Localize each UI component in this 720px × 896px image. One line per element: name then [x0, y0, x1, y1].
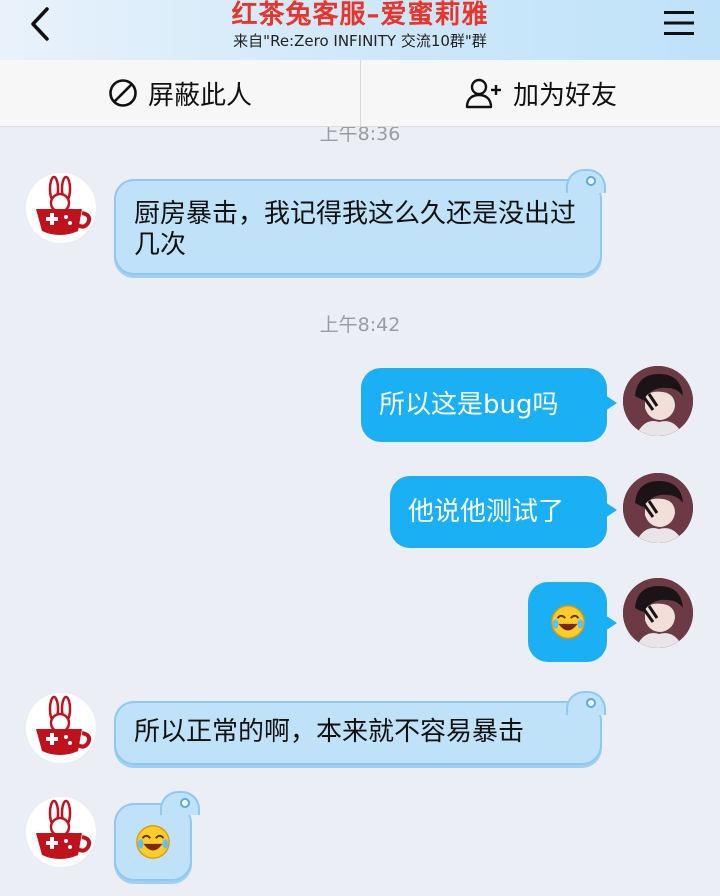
timestamp: 上午8:42 [319, 314, 401, 336]
message-list[interactable]: 上午8:36 厨房暴击，我记得我这么久还是没出过几次 上午8:42 所以这是bu… [0, 127, 720, 896]
user-avatar[interactable] [623, 473, 693, 543]
message-text: 厨房暴击，我记得我这么久还是没出过几次 [134, 199, 577, 260]
incoming-message-bubble[interactable]: 所以正常的啊，本来就不容易暴击 [114, 691, 606, 765]
laughing-tears-emoji-icon [550, 605, 585, 639]
laughing-tears-emoji-icon [136, 825, 170, 859]
block-user-button[interactable]: 屏蔽此人 [0, 60, 360, 126]
stranger-action-bar: 屏蔽此人 加为好友 [0, 60, 720, 127]
bubble-tail [605, 615, 617, 631]
bunny-avatar[interactable] [26, 797, 96, 867]
user-avatar[interactable] [623, 578, 693, 648]
bubble-tail [605, 502, 617, 518]
add-friend-button[interactable]: 加为好友 [361, 60, 720, 126]
user-avatar-image [623, 366, 693, 436]
add-friend-label: 加为好友 [512, 80, 617, 111]
chat-title: 红茶兔客服–爱蜜莉雅 [231, 0, 489, 30]
bunny-avatar[interactable] [26, 693, 96, 763]
add-user-icon [465, 78, 501, 109]
bubble-ear-decoration [160, 791, 200, 815]
message-text: 他说他测试了 [408, 496, 565, 527]
bubble-tail [605, 395, 617, 411]
outgoing-emoji-bubble[interactable] [528, 582, 607, 662]
menu-button[interactable] [662, 8, 696, 38]
timestamp: 上午8:36 [319, 127, 401, 145]
user-avatar-image [623, 473, 693, 543]
message-text: 所以这是bug吗 [379, 389, 559, 420]
block-user-label: 屏蔽此人 [147, 80, 252, 111]
incoming-emoji-bubble[interactable] [114, 791, 200, 881]
bunny-teacup-icon [36, 175, 92, 235]
bunny-teacup-icon [36, 799, 92, 859]
incoming-message-bubble[interactable]: 厨房暴击，我记得我这么久还是没出过几次 [114, 169, 606, 275]
chat-header: 红茶兔客服–爱蜜莉雅 来自"Re:Zero INFINITY 交流10群"群 [0, 0, 720, 60]
outgoing-message-bubble[interactable]: 所以这是bug吗 [361, 368, 607, 442]
hamburger-menu-icon [664, 11, 694, 35]
message-text: 所以正常的啊，本来就不容易暴击 [134, 717, 525, 747]
bubble-ear-decoration [566, 169, 606, 193]
block-icon [109, 79, 137, 107]
user-avatar-image [623, 578, 693, 648]
outgoing-message-bubble[interactable]: 他说他测试了 [390, 476, 607, 548]
user-avatar[interactable] [623, 366, 693, 436]
bubble-ear-decoration [566, 691, 606, 715]
bunny-avatar[interactable] [26, 173, 96, 243]
bunny-teacup-icon [36, 695, 92, 755]
chat-subtitle: 来自"Re:Zero INFINITY 交流10群"群 [233, 32, 487, 50]
